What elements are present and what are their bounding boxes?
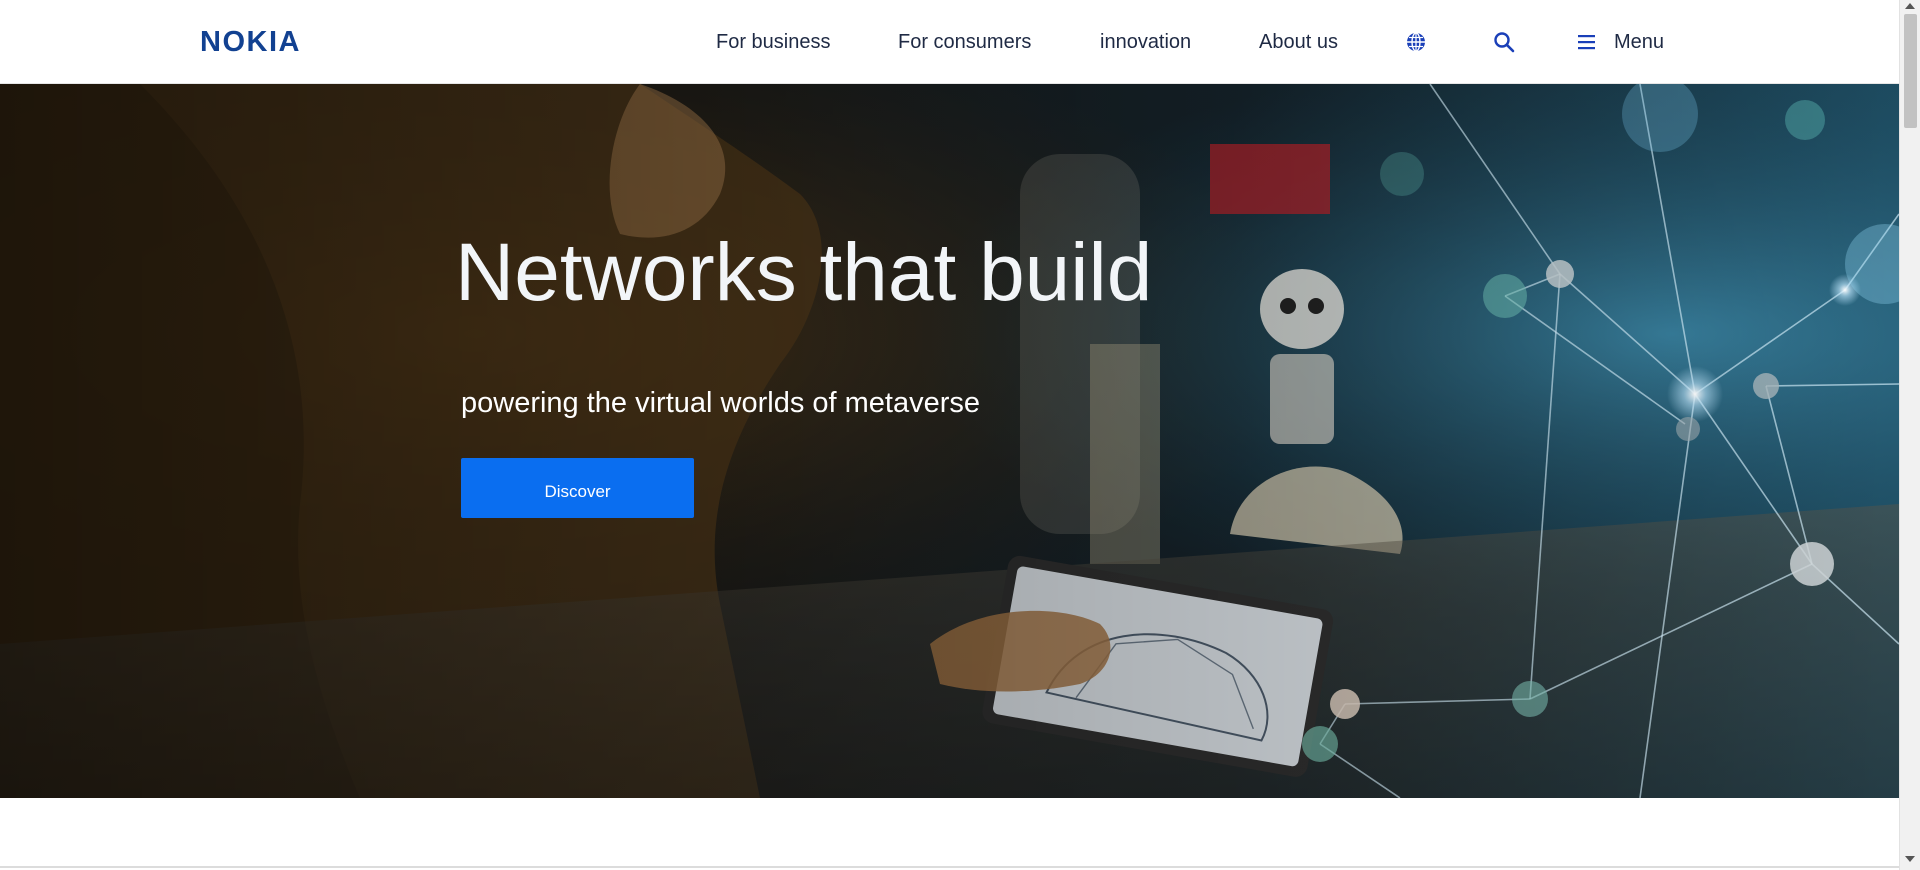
window-bottom-edge bbox=[0, 866, 1899, 868]
scrollbar-thumb[interactable] bbox=[1904, 14, 1917, 128]
globe-icon bbox=[1407, 32, 1425, 52]
hero-banner: Networks that build powering the virtual… bbox=[0, 84, 1899, 798]
nav-about-us[interactable]: About us bbox=[1259, 0, 1338, 84]
hero-subtitle: powering the virtual worlds of metaverse bbox=[461, 387, 981, 419]
menu-label: Menu bbox=[1614, 30, 1665, 53]
nav-for-business[interactable]: For business bbox=[716, 0, 831, 84]
menu-button[interactable]: Menu bbox=[1578, 0, 1664, 84]
nav-for-consumers[interactable]: For consumers bbox=[898, 0, 1031, 84]
vertical-scrollbar[interactable] bbox=[1899, 0, 1920, 870]
search-icon bbox=[1494, 32, 1515, 53]
page: NOKIA For business For consumers innovat… bbox=[0, 0, 1920, 870]
nav-innovation[interactable]: innovation bbox=[1100, 0, 1191, 84]
nokia-logo[interactable]: NOKIA bbox=[200, 26, 301, 58]
hero-background-image bbox=[0, 84, 1899, 798]
hamburger-menu-icon bbox=[1578, 34, 1596, 50]
hero-title: Networks that build bbox=[455, 227, 1153, 318]
discover-button[interactable]: Discover bbox=[461, 458, 694, 518]
search-button[interactable] bbox=[1491, 0, 1517, 84]
language-button[interactable] bbox=[1403, 0, 1429, 84]
below-fold-area bbox=[0, 798, 1899, 870]
scroll-up-arrow-icon[interactable] bbox=[1905, 3, 1915, 9]
scroll-down-arrow-icon[interactable] bbox=[1905, 856, 1915, 862]
site-header: NOKIA For business For consumers innovat… bbox=[0, 0, 1899, 84]
